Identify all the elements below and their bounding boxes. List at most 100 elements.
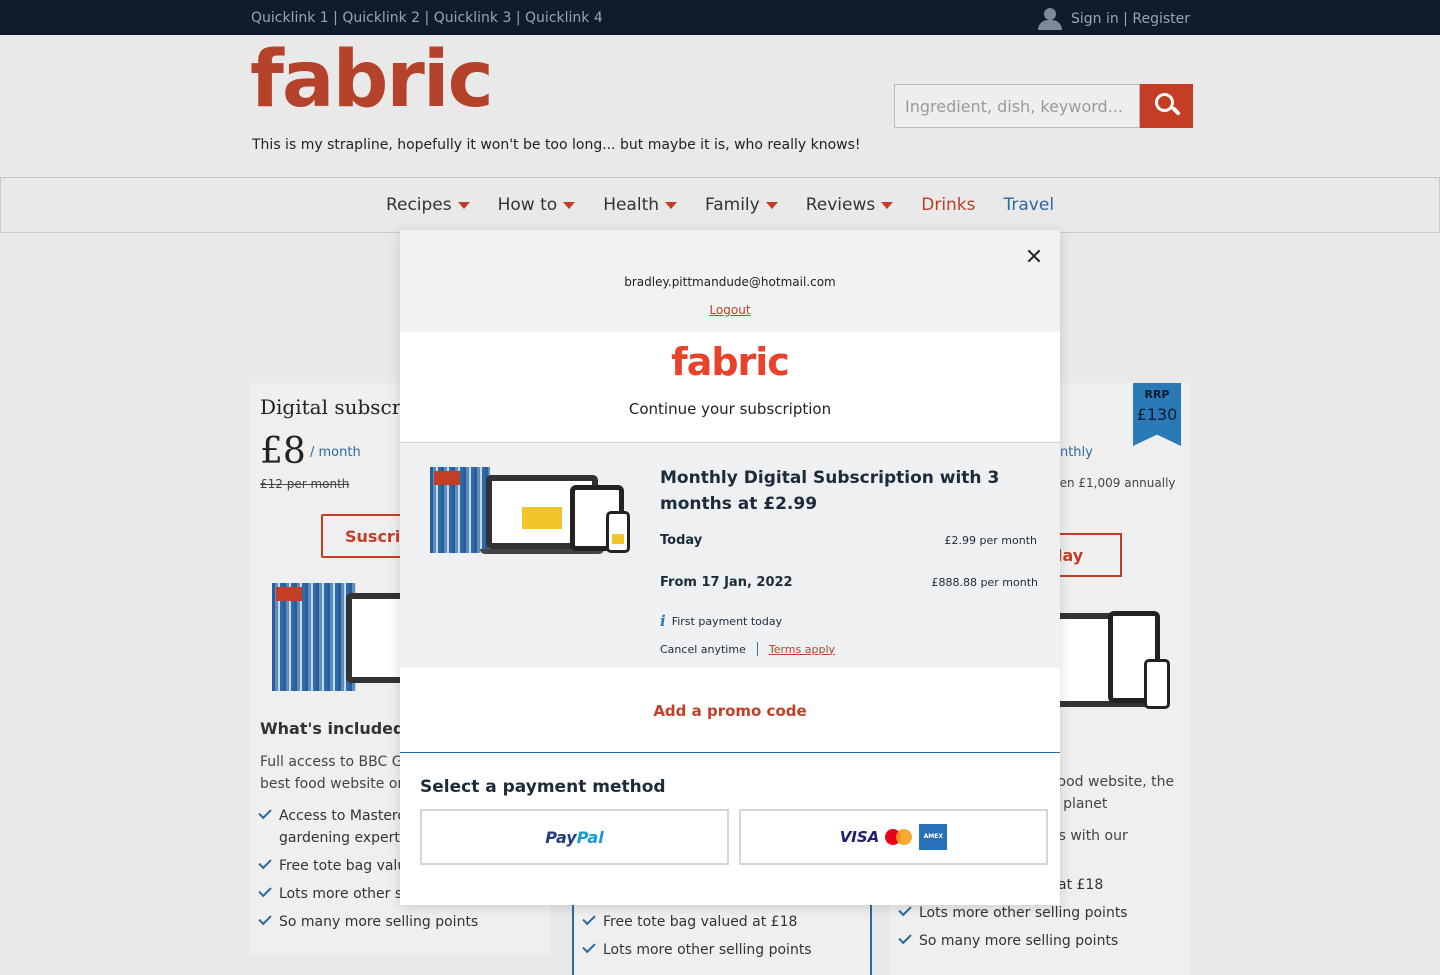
rrp-badge: RRP £130	[1133, 383, 1181, 446]
nav-item-label: Recipes	[385, 195, 452, 215]
search-input[interactable]	[894, 84, 1140, 128]
card-price-period: / month	[310, 445, 361, 460]
payment-method-title: Select a payment method	[420, 777, 666, 797]
info-icon: i	[660, 612, 666, 630]
list-item: Lots more other selling points	[582, 939, 862, 961]
quicklink-2[interactable]: Quicklink 2	[342, 10, 420, 26]
caret-down-icon	[881, 201, 894, 209]
nav-item-how-to[interactable]: How to	[498, 195, 576, 215]
paypal-icon: PayPal	[545, 827, 604, 847]
terms-link[interactable]: Terms apply	[769, 643, 835, 656]
quicklink-4[interactable]: Quicklink 4	[525, 10, 603, 26]
site-logo[interactable]: fabric	[250, 41, 494, 119]
card-payment-button[interactable]: VISA AMEX	[739, 809, 1048, 865]
payment-info: i First payment today	[660, 612, 782, 630]
check-icon	[258, 911, 272, 926]
terms-separator	[756, 642, 758, 656]
account-separator: |	[1118, 11, 1133, 27]
search-button[interactable]	[1140, 84, 1193, 128]
amex-icon: AMEX	[919, 824, 948, 850]
check-icon	[258, 855, 272, 870]
search-bar	[894, 84, 1193, 128]
payment-info-text: First payment today	[671, 614, 783, 628]
offer-row-today: Today £2.99 per month	[660, 533, 1037, 548]
card-title: Digital subscrip	[260, 395, 421, 419]
magazine-image	[430, 467, 490, 553]
offer-summary: Monthly Digital Subscription with 3 mont…	[400, 443, 1060, 668]
card-price: £8	[260, 431, 306, 472]
included-title: What's included	[260, 719, 405, 738]
card-annual-price: hen £1,009 annually	[1052, 476, 1176, 490]
quicklink-3[interactable]: Quicklink 3	[434, 10, 512, 26]
subscription-modal: bradley.pittmandude@hotmail.com Logout f…	[400, 230, 1060, 905]
check-icon	[258, 883, 272, 898]
check-icon	[258, 805, 272, 820]
nav-item-label: Travel	[1003, 195, 1055, 215]
modal-subtitle: Continue your subscription	[628, 400, 832, 418]
quicklink-separator: |	[420, 10, 434, 26]
check-icon	[582, 939, 596, 954]
offer-row-value: £2.99 per month	[944, 534, 1037, 547]
caret-down-icon	[457, 201, 470, 209]
nav-item-reviews[interactable]: Reviews	[806, 195, 894, 215]
list-item: So many more selling points	[898, 930, 1178, 952]
search-icon-handle	[1171, 106, 1181, 116]
user-icon	[1037, 8, 1063, 30]
included-text: Food website, the e planet es with our	[1050, 774, 1175, 844]
add-promo-code-link[interactable]: Add a promo code	[400, 702, 1060, 720]
nav-item-recipes[interactable]: Recipes	[386, 195, 470, 215]
nav-item-health[interactable]: Health	[603, 195, 678, 215]
caret-down-icon	[765, 201, 778, 209]
nav-item-label: Drinks	[921, 195, 976, 215]
sign-in-link[interactable]: Sign in	[1071, 11, 1119, 27]
benefit-list: Free tote bag valued at £18 Lots more ot…	[582, 911, 862, 967]
account-links: Sign in | Register	[1037, 8, 1190, 30]
account-panel: bradley.pittmandude@hotmail.com Logout	[400, 230, 1060, 332]
product-image	[1050, 605, 1170, 715]
product-image	[272, 581, 416, 693]
check-icon	[582, 911, 596, 926]
mastercard-icon	[885, 828, 913, 846]
caret-down-icon	[563, 201, 576, 209]
nav-item-label: Reviews	[805, 195, 876, 215]
logout-link[interactable]: Logout	[709, 303, 750, 317]
list-item: So many more selling points	[258, 911, 538, 933]
nav-item-travel[interactable]: Travel	[1004, 195, 1055, 215]
nav-item-drinks[interactable]: Drinks	[921, 195, 975, 215]
magazine-image	[272, 583, 356, 691]
quicklink-separator: |	[328, 10, 343, 26]
register-link[interactable]: Register	[1132, 11, 1190, 27]
nav-item-label: Health	[603, 195, 660, 215]
cancel-anytime-text: Cancel anytime	[660, 642, 746, 656]
card-old-price: £12 per month	[260, 477, 350, 491]
phone-image	[1144, 659, 1170, 709]
quicklink-separator: |	[511, 10, 526, 26]
offer-row-label: Today	[660, 533, 703, 548]
offer-title: Monthly Digital Subscription with 3 mont…	[660, 468, 1000, 514]
top-bar: Quicklink 1 | Quicklink 2 | Quicklink 3 …	[0, 0, 1440, 35]
quicklink-1[interactable]: Quicklink 1	[251, 10, 329, 26]
list-item: Free tote bag valued at £18	[582, 911, 862, 933]
nav-item-label: Family	[705, 195, 760, 215]
caret-down-icon	[665, 201, 678, 209]
list-item: Lots more other selling points	[898, 902, 1178, 924]
offer-row-value: £888.88 per month	[931, 576, 1038, 589]
close-icon[interactable]	[1024, 246, 1044, 266]
nav-item-label: How to	[497, 195, 558, 215]
paypal-button[interactable]: PayPal	[420, 809, 729, 865]
offer-row-from: From 17 Jan, 2022 £888.88 per month	[660, 575, 1038, 590]
divider	[400, 752, 1060, 753]
visa-icon: VISA	[839, 828, 880, 846]
modal-logo: fabric	[671, 340, 790, 384]
offer-product-image	[430, 465, 630, 555]
strapline: This is my strapline, hopefully it won't…	[252, 137, 861, 153]
terms-row: Cancel anytime Terms apply	[660, 642, 835, 656]
main-nav: Recipes How to Health Family Reviews Dri…	[0, 177, 1440, 233]
phone-image	[606, 511, 630, 553]
check-icon	[898, 930, 912, 945]
nav-item-family[interactable]: Family	[705, 195, 778, 215]
account-email: bradley.pittmandude@hotmail.com	[624, 275, 836, 289]
offer-row-label: From 17 Jan, 2022	[660, 575, 793, 590]
logout-link-wrapper: Logout	[400, 303, 1060, 317]
quicklinks: Quicklink 1 | Quicklink 2 | Quicklink 3 …	[251, 10, 603, 26]
